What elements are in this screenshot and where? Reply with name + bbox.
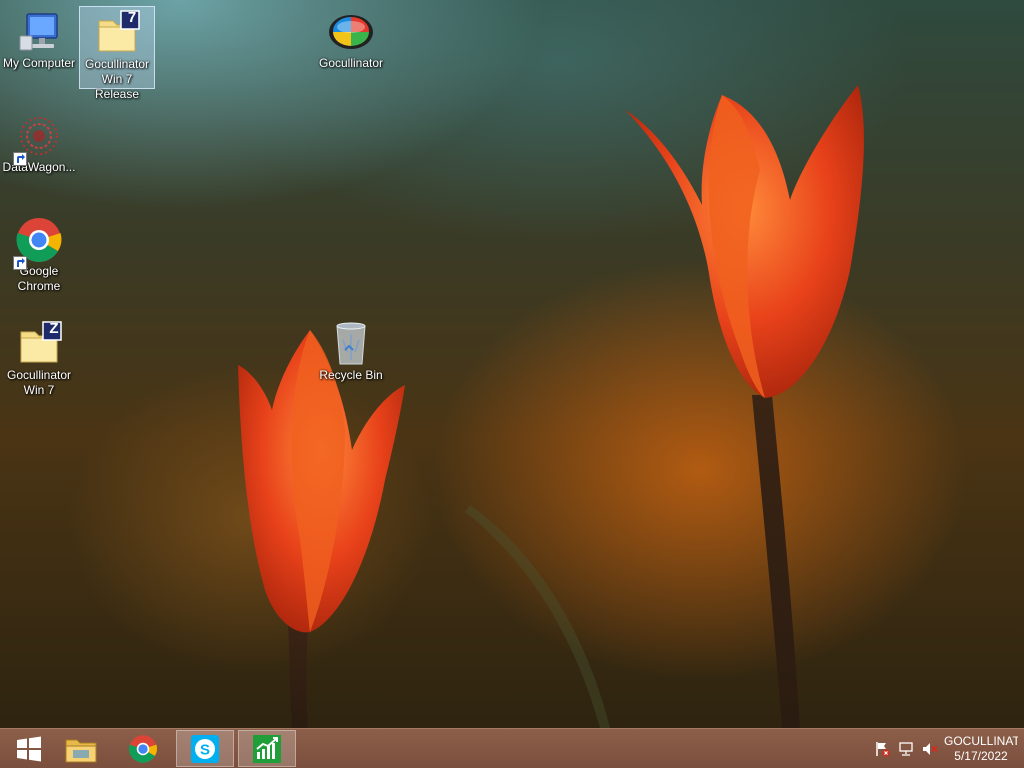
chrome-icon: [128, 734, 158, 763]
datawagon-icon: [13, 112, 63, 166]
windows-start-icon: [17, 736, 41, 761]
network-icon[interactable]: [898, 741, 914, 757]
desktop-icon-datawagon[interactable]: DataWagon...: [1, 110, 77, 175]
shortcut-arrow-icon: [13, 256, 27, 270]
recycle-bin-icon: [327, 320, 375, 368]
taskbar-chart-app-button[interactable]: [238, 730, 296, 767]
taskbar-chrome-button[interactable]: [114, 730, 172, 767]
folder-badge: Z: [49, 320, 59, 337]
computer-icon: [15, 8, 63, 56]
action-center-flag-icon[interactable]: [874, 741, 890, 757]
desktop-icon-label: My Computer: [2, 56, 76, 70]
shortcut-arrow-icon: [13, 152, 27, 166]
start-button[interactable]: [0, 730, 58, 767]
desktop-icon-label: Gocullinator Win 7 Release: [84, 57, 150, 101]
taskbar-skype-button[interactable]: S: [176, 730, 234, 767]
desktop-icon-gocullinator[interactable]: Gocullinator: [313, 6, 389, 71]
folder-badge: 7: [127, 9, 137, 26]
desktop-icon-google-chrome[interactable]: Google Chrome: [1, 214, 77, 294]
desktop-icon-gocullinator-win7-release[interactable]: 7 Gocullinator Win 7 Release: [79, 6, 155, 101]
system-clock[interactable]: GOCULLINAT 5/17/2022: [944, 734, 1018, 764]
folder-icon: Z: [15, 320, 63, 368]
desktop-icon-recycle-bin[interactable]: Recycle Bin: [313, 318, 389, 383]
desktop-icon-label: Recycle Bin: [319, 368, 383, 382]
wallpaper-tulips: [238, 85, 864, 728]
clock-date: 5/17/2022: [954, 749, 1008, 763]
desktop-icon-my-computer[interactable]: My Computer: [1, 6, 77, 71]
taskbar-file-explorer-button[interactable]: [52, 730, 110, 767]
desktop-icon-label: Gocullinator: [318, 56, 384, 70]
taskbar: S GOCULLINAT 5/17/2022: [0, 728, 1024, 768]
desktop-icon-gocullinator-win7[interactable]: Z Gocullinator Win 7: [1, 318, 77, 398]
clock-computer-name: GOCULLINAT: [944, 734, 1018, 748]
file-explorer-icon: [65, 739, 97, 762]
chrome-icon: [13, 216, 63, 270]
stock-chart-app-icon: [253, 734, 281, 763]
skype-icon: S: [191, 734, 219, 763]
folder-icon: 7: [93, 9, 141, 57]
volume-muted-icon[interactable]: [922, 741, 938, 757]
desktop-icon-label: Gocullinator Win 7: [6, 368, 72, 397]
desktop[interactable]: My Computer 7 Gocullinator Win 7 Release: [0, 0, 1024, 728]
gocullinator-orb-icon: [327, 8, 375, 56]
svg-text:S: S: [200, 741, 210, 758]
